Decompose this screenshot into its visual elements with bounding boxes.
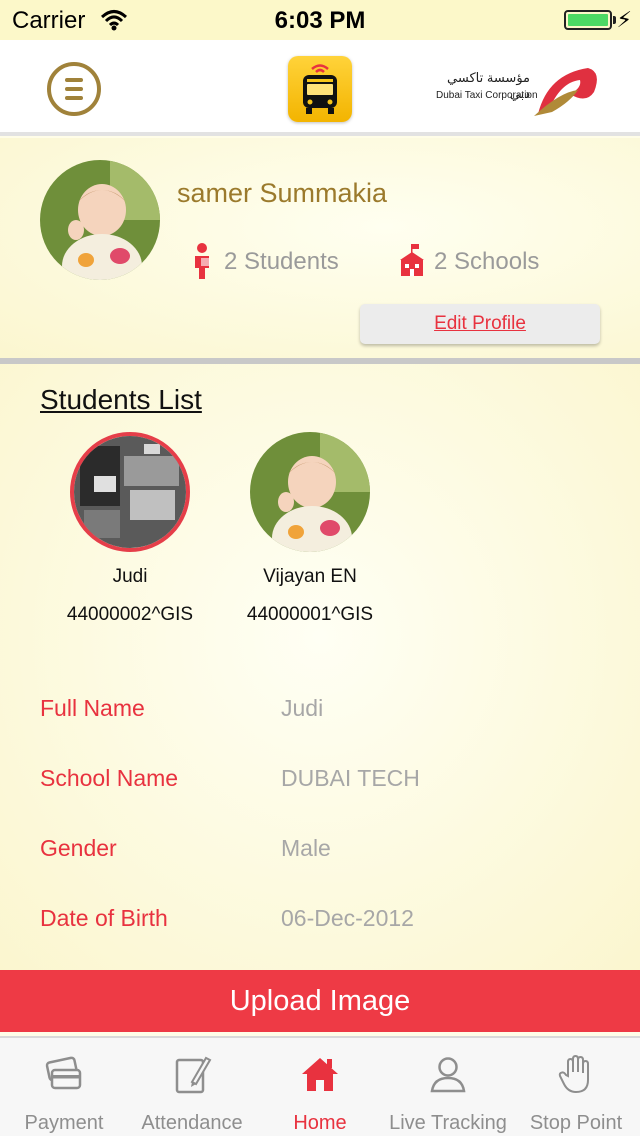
dob-label: Date of Birth — [40, 905, 168, 931]
tab-label: Attendance — [141, 1112, 243, 1134]
student-photo[interactable] — [250, 432, 370, 552]
students-count: 2 Students — [224, 248, 339, 275]
school-name-label: School Name — [40, 765, 179, 791]
student-name: Judi — [112, 566, 148, 587]
profile-avatar[interactable] — [40, 160, 160, 280]
status-time: 6:03 PM — [274, 7, 366, 34]
upload-image-button[interactable]: Upload Image — [0, 970, 640, 1032]
tab-attendance[interactable]: Attendance — [128, 1038, 256, 1136]
tab-payment[interactable]: Payment — [0, 1038, 128, 1136]
student-icon — [192, 242, 212, 285]
student-name: Vijayan EN — [263, 566, 357, 587]
app-header: مؤسسة تاكسي دبي Dubai Taxi Corporation — [0, 40, 640, 136]
tab-label: Stop Point — [529, 1112, 623, 1134]
edit-profile-button[interactable]: Edit Profile — [360, 304, 600, 344]
status-bar: Carrier 6:03 PM ⚡ — [0, 0, 640, 40]
profile-name: samer Summakia — [177, 178, 388, 208]
charging-icon: ⚡ — [616, 7, 632, 32]
student-id: 44000001^GIS — [246, 604, 374, 625]
gender-label: Gender — [40, 835, 117, 861]
student-card[interactable]: Judi 44000002^GIS — [40, 432, 220, 626]
battery-icon — [564, 10, 612, 30]
students-section: Students List Judi 44000002^GIS Vijayan … — [0, 364, 640, 970]
person-icon — [430, 1057, 466, 1093]
school-bus-icon — [288, 56, 352, 122]
hand-icon — [558, 1054, 589, 1094]
gender-value: Male — [281, 835, 331, 861]
student-card[interactable]: Vijayan EN 44000001^GIS — [220, 432, 400, 626]
dubai-taxi-logo: مؤسسة تاكسي دبي Dubai Taxi Corporation — [432, 60, 602, 122]
profile-card: samer Summakia 2 Students 2 Schools Edit… — [0, 138, 640, 360]
tab-bar: Payment Attendance Home Live Tracking St… — [0, 1036, 640, 1136]
brand-english-text: Dubai Taxi Corporation — [436, 90, 538, 101]
schools-count: 2 Schools — [434, 248, 540, 275]
full-name-value: Judi — [281, 695, 324, 721]
hamburger-menu-icon[interactable] — [47, 62, 101, 116]
full-name-label: Full Name — [40, 695, 145, 721]
school-name-value: DUBAI TECH — [281, 765, 420, 791]
notepad-icon — [175, 1056, 212, 1094]
student-id: 44000002^GIS — [66, 604, 194, 625]
tab-home[interactable]: Home — [256, 1038, 384, 1136]
tab-label: Payment — [24, 1112, 104, 1134]
battery-tip — [613, 16, 616, 24]
students-list-title: Students List — [40, 384, 202, 415]
tab-label: Home — [293, 1112, 347, 1134]
student-photo[interactable] — [70, 432, 190, 552]
tab-live-tracking[interactable]: Live Tracking — [384, 1038, 512, 1136]
tab-stop-point[interactable]: Stop Point — [512, 1038, 640, 1136]
home-icon — [302, 1058, 338, 1091]
dob-value: 06-Dec-2012 — [281, 905, 414, 931]
school-icon — [398, 242, 426, 283]
tab-label: Live Tracking — [389, 1112, 507, 1134]
credit-card-icon — [45, 1056, 82, 1090]
